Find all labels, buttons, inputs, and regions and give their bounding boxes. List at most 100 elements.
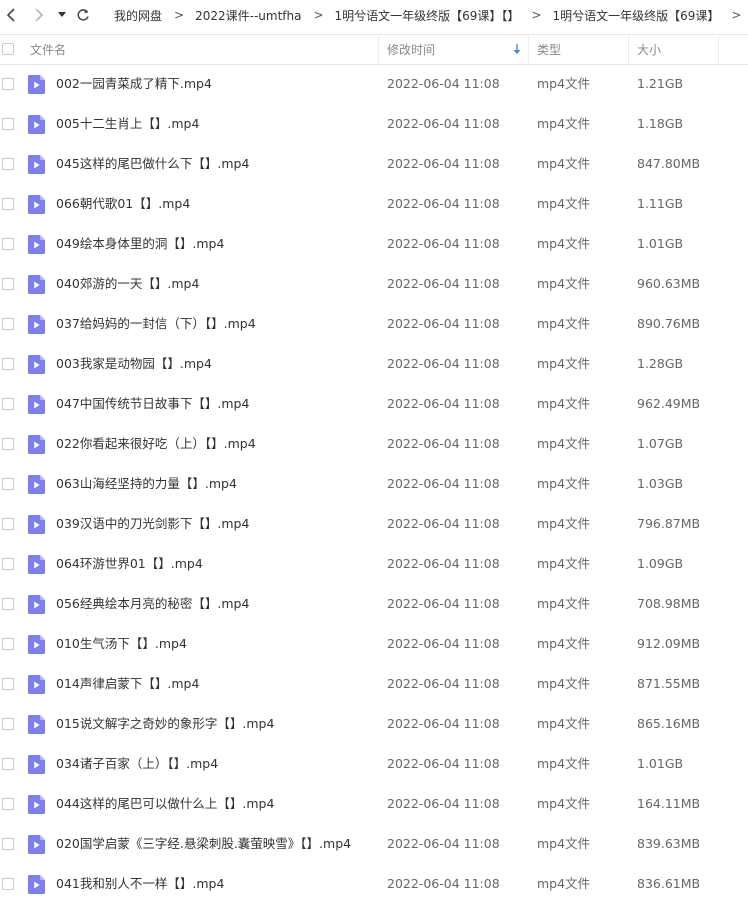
file-row[interactable]: 022你看起来很好吃（上）【】.mp4 2022-06-04 11:08 mp4文件… xyxy=(0,424,748,464)
file-row[interactable]: 063山海经坚持的力量【】.mp4 2022-06-04 11:08 mp4文件 1.… xyxy=(0,464,748,504)
video-file-icon xyxy=(28,835,45,854)
file-modified-time: 2022-06-04 11:08 xyxy=(387,116,500,131)
file-list-header: 文件名 修改时间 类型 大小 xyxy=(0,34,748,65)
file-row[interactable]: 034诸子百家（上）【】.mp4 2022-06-04 11:08 mp4文件 1.0… xyxy=(0,744,748,784)
file-type: mp4文件 xyxy=(537,236,591,251)
row-checkbox[interactable] xyxy=(2,438,14,450)
file-modified-time: 2022-06-04 11:08 xyxy=(387,836,500,851)
file-row[interactable]: 056经典绘本月亮的秘密【】.mp4 2022-06-04 11:08 mp4文件 7… xyxy=(0,584,748,624)
history-dropdown-icon[interactable] xyxy=(56,0,68,30)
file-name: 037给妈妈的一封信（下）【】.mp4 xyxy=(56,316,256,331)
file-type: mp4文件 xyxy=(537,396,591,411)
row-checkbox[interactable] xyxy=(2,838,14,850)
file-row[interactable]: 020国学启蒙《三字经.悬梁刺股.囊萤映雪》【】.mp4 2022-06-04 1… xyxy=(0,824,748,864)
row-checkbox[interactable] xyxy=(2,718,14,730)
column-header-size[interactable]: 大小 xyxy=(637,35,661,64)
file-modified-time: 2022-06-04 11:08 xyxy=(387,516,500,531)
file-type: mp4文件 xyxy=(537,796,591,811)
row-checkbox[interactable] xyxy=(2,78,14,90)
row-checkbox[interactable] xyxy=(2,198,14,210)
column-header-modified[interactable]: 修改时间 xyxy=(387,35,435,64)
file-row[interactable]: 047中国传统节日故事下【】.mp4 2022-06-04 11:08 mp4文件 9… xyxy=(0,384,748,424)
file-name: 056经典绘本月亮的秘密【】.mp4 xyxy=(56,596,250,611)
file-row[interactable]: 064环游世界01【】.mp4 2022-06-04 11:08 mp4文件 1.09… xyxy=(0,544,748,584)
file-row[interactable]: 003我家是动物园【】.mp4 2022-06-04 11:08 mp4文件 1.28… xyxy=(0,344,748,384)
file-name: 041我和别人不一样【】.mp4 xyxy=(56,876,225,891)
file-name: 003我家是动物园【】.mp4 xyxy=(56,356,212,371)
file-modified-time: 2022-06-04 11:08 xyxy=(387,756,500,771)
video-file-icon xyxy=(28,155,45,174)
file-modified-time: 2022-06-04 11:08 xyxy=(387,796,500,811)
file-size: 912.09MB xyxy=(637,636,701,651)
refresh-icon[interactable] xyxy=(74,0,92,30)
breadcrumb-item-grade1-current[interactable]: 1明兮语文一年级终版【69课】 xyxy=(553,7,720,24)
file-row[interactable]: 037给妈妈的一封信（下）【】.mp4 2022-06-04 11:08 mp4文件… xyxy=(0,304,748,344)
column-header-name[interactable]: 文件名 xyxy=(30,35,66,64)
file-row[interactable]: 002一园青菜成了精下.mp4 2022-06-04 11:08 mp4文件 1.21… xyxy=(0,64,748,104)
row-checkbox[interactable] xyxy=(2,638,14,650)
column-divider xyxy=(528,35,529,64)
row-checkbox[interactable] xyxy=(2,278,14,290)
file-type: mp4文件 xyxy=(537,436,591,451)
file-row[interactable]: 014声律启蒙下【】.mp4 2022-06-04 11:08 mp4文件 871.5… xyxy=(0,664,748,704)
file-type: mp4文件 xyxy=(537,716,591,731)
file-name: 015说文解字之奇妙的象形字【】.mp4 xyxy=(56,716,275,731)
file-row[interactable]: 041我和别人不一样【】.mp4 2022-06-04 11:08 mp4文件 836… xyxy=(0,864,748,904)
file-type: mp4文件 xyxy=(537,556,591,571)
row-checkbox[interactable] xyxy=(2,558,14,570)
video-file-icon xyxy=(28,555,45,574)
video-file-icon xyxy=(28,195,45,214)
row-checkbox[interactable] xyxy=(2,238,14,250)
file-row[interactable]: 066朝代歌01【】.mp4 2022-06-04 11:08 mp4文件 1.11G… xyxy=(0,184,748,224)
back-arrow-icon[interactable] xyxy=(2,0,20,30)
row-checkbox[interactable] xyxy=(2,598,14,610)
file-size: 1.03GB xyxy=(637,476,684,491)
row-checkbox[interactable] xyxy=(2,678,14,690)
file-modified-time: 2022-06-04 11:08 xyxy=(387,396,500,411)
row-checkbox[interactable] xyxy=(2,358,14,370)
row-checkbox[interactable] xyxy=(2,798,14,810)
file-row[interactable]: 015说文解字之奇妙的象形字【】.mp4 2022-06-04 11:08 mp4文… xyxy=(0,704,748,744)
file-row[interactable]: 010生气汤下【】.mp4 2022-06-04 11:08 mp4文件 912.09… xyxy=(0,624,748,664)
file-row[interactable]: 044这样的尾巴可以做什么上【】.mp4 2022-06-04 11:08 mp4文… xyxy=(0,784,748,824)
file-size: 960.63MB xyxy=(637,276,701,291)
file-size: 1.09GB xyxy=(637,556,684,571)
row-checkbox[interactable] xyxy=(2,878,14,890)
breadcrumb-item-grade1-parent[interactable]: 1明兮语文一年级终版【69课】【】 xyxy=(335,7,520,24)
file-size: 962.49MB xyxy=(637,396,701,411)
file-size: 164.11MB xyxy=(637,796,701,811)
file-row[interactable]: 045这样的尾巴做什么下【】.mp4 2022-06-04 11:08 mp4文件 8… xyxy=(0,144,748,184)
row-checkbox[interactable] xyxy=(2,118,14,130)
select-all-checkbox[interactable] xyxy=(2,43,14,55)
file-modified-time: 2022-06-04 11:08 xyxy=(387,196,500,211)
file-name: 014声律启蒙下【】.mp4 xyxy=(56,676,200,691)
forward-arrow-icon[interactable] xyxy=(30,0,48,30)
column-header-type[interactable]: 类型 xyxy=(537,35,561,64)
sort-descending-icon[interactable] xyxy=(513,35,521,64)
breadcrumb-expand-arrow[interactable]: > xyxy=(719,8,741,22)
row-checkbox[interactable] xyxy=(2,158,14,170)
file-size: 871.55MB xyxy=(637,676,701,691)
file-row[interactable]: 005十二生肖上【】.mp4 2022-06-04 11:08 mp4文件 1.18G… xyxy=(0,104,748,144)
file-row[interactable]: 040郊游的一天【】.mp4 2022-06-04 11:08 mp4文件 960.6… xyxy=(0,264,748,304)
breadcrumb-item-root[interactable]: 我的网盘 xyxy=(114,7,162,24)
video-file-icon xyxy=(28,235,45,254)
file-size: 1.18GB xyxy=(637,116,684,131)
file-row[interactable]: 049绘本身体里的洞【】.mp4 2022-06-04 11:08 mp4文件 1.0… xyxy=(0,224,748,264)
file-type: mp4文件 xyxy=(537,836,591,851)
row-checkbox[interactable] xyxy=(2,398,14,410)
file-name: 047中国传统节日故事下【】.mp4 xyxy=(56,396,250,411)
row-checkbox[interactable] xyxy=(2,318,14,330)
row-checkbox[interactable] xyxy=(2,758,14,770)
breadcrumb-separator: > xyxy=(313,8,324,22)
breadcrumb-item-courseware[interactable]: 2022课件--umtfha xyxy=(195,7,301,24)
file-row[interactable]: 039汉语中的刀光剑影下【】.mp4 2022-06-04 11:08 mp4文件 7… xyxy=(0,504,748,544)
row-checkbox[interactable] xyxy=(2,518,14,530)
file-size: 836.61MB xyxy=(637,876,701,891)
navigation-bar: 我的网盘 > 2022课件--umtfha > 1明兮语文一年级终版【69课】【… xyxy=(0,0,748,30)
file-size: 1.28GB xyxy=(637,356,684,371)
video-file-icon xyxy=(28,675,45,694)
file-size: 1.01GB xyxy=(637,756,684,771)
row-checkbox[interactable] xyxy=(2,478,14,490)
file-modified-time: 2022-06-04 11:08 xyxy=(387,676,500,691)
